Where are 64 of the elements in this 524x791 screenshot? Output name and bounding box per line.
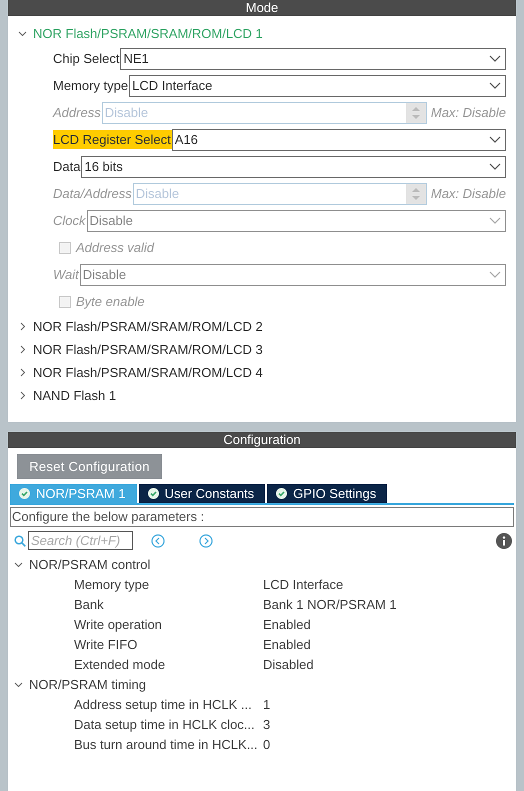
parameter-value: Enabled [263, 636, 312, 652]
parameter-value: 1 [263, 696, 272, 712]
parameter-value: LCD Interface [263, 576, 344, 592]
checkbox-label: Address valid [76, 240, 154, 255]
parameter-value: Enabled [263, 616, 312, 632]
parameter-name: Bus turn around time in HCLK... [74, 736, 259, 752]
field-label: Data/Address [53, 185, 133, 203]
next-icon[interactable] [199, 534, 213, 548]
field-label: Memory type [53, 77, 130, 95]
group-label[interactable]: NOR/PSRAM control [29, 556, 150, 572]
parameter-name: Write FIFO [74, 636, 138, 652]
chevron-down-icon [489, 271, 501, 278]
check-circle-icon [19, 488, 30, 499]
chevron-right-icon[interactable] [18, 391, 27, 400]
tab[interactable]: User Constants [138, 484, 266, 503]
dropdown[interactable]: NE1 [120, 48, 506, 70]
dropdown[interactable]: A16 [172, 128, 506, 150]
parameter-name: Bank [74, 596, 105, 612]
check-circle-icon [148, 488, 159, 499]
dropdown[interactable]: 16 bits [81, 156, 506, 178]
parameter-value: Disabled [263, 656, 315, 672]
parameter-name: Address setup time in HCLK ... [74, 696, 253, 712]
chevron-down-icon[interactable] [14, 680, 23, 688]
info-icon[interactable] [496, 532, 512, 548]
chevron-down-icon [489, 217, 501, 224]
chevron-right-icon[interactable] [18, 368, 27, 377]
chevron-down-icon [489, 136, 501, 143]
max-label: Max: Disable [430, 186, 506, 201]
parameter-name: Extended mode [74, 656, 166, 672]
panel-header: Configuration [8, 432, 516, 448]
field-label: LCD Register Select [53, 130, 172, 149]
check-circle-icon [276, 488, 288, 499]
panel-header: Mode [8, 0, 516, 16]
chevron-down-icon [489, 82, 501, 89]
description-text: Configure the below parameters : [10, 507, 514, 527]
search-icon [14, 534, 26, 546]
field-label: Chip Select [53, 50, 120, 68]
tree-section-label[interactable]: NOR Flash/PSRAM/SRAM/ROM/LCD 3 [33, 342, 263, 357]
tree-section-label[interactable]: NOR Flash/PSRAM/SRAM/ROM/LCD 2 [33, 319, 263, 334]
field-label: Clock [53, 212, 87, 230]
field-label: Address [53, 104, 102, 122]
tree-section-label[interactable]: NAND Flash 1 [33, 388, 116, 403]
parameter-name: Data setup time in HCLK cloc... [74, 716, 256, 732]
tree-section-label[interactable]: NOR Flash/PSRAM/SRAM/ROM/LCD 4 [33, 365, 263, 380]
field-label: Wait [53, 266, 80, 284]
chevron-right-icon[interactable] [18, 322, 27, 331]
chevron-down-icon [489, 55, 501, 62]
parameter-value: 3 [263, 716, 272, 732]
search-field[interactable]: Search (Ctrl+F) [28, 531, 133, 550]
max-label: Max: Disable [430, 105, 506, 120]
parameter-value: Bank 1 NOR/PSRAM 1 [263, 596, 398, 612]
group-label[interactable]: NOR/PSRAM timing [29, 676, 146, 692]
dropdown[interactable]: LCD Interface [129, 74, 506, 96]
chevron-right-icon[interactable] [18, 345, 27, 354]
previous-icon[interactable] [151, 534, 165, 548]
tab[interactable]: GPIO Settings [267, 484, 388, 503]
chevron-down-icon [489, 163, 501, 170]
field-label: Data [53, 158, 82, 176]
chevron-down-icon[interactable] [18, 29, 27, 38]
checkbox-label: Byte enable [76, 294, 145, 309]
parameter-value: 0 [263, 736, 272, 752]
parameter-name: Memory type [74, 576, 150, 592]
parameter-name: Write operation [74, 616, 163, 632]
chevron-down-icon[interactable] [14, 560, 23, 568]
